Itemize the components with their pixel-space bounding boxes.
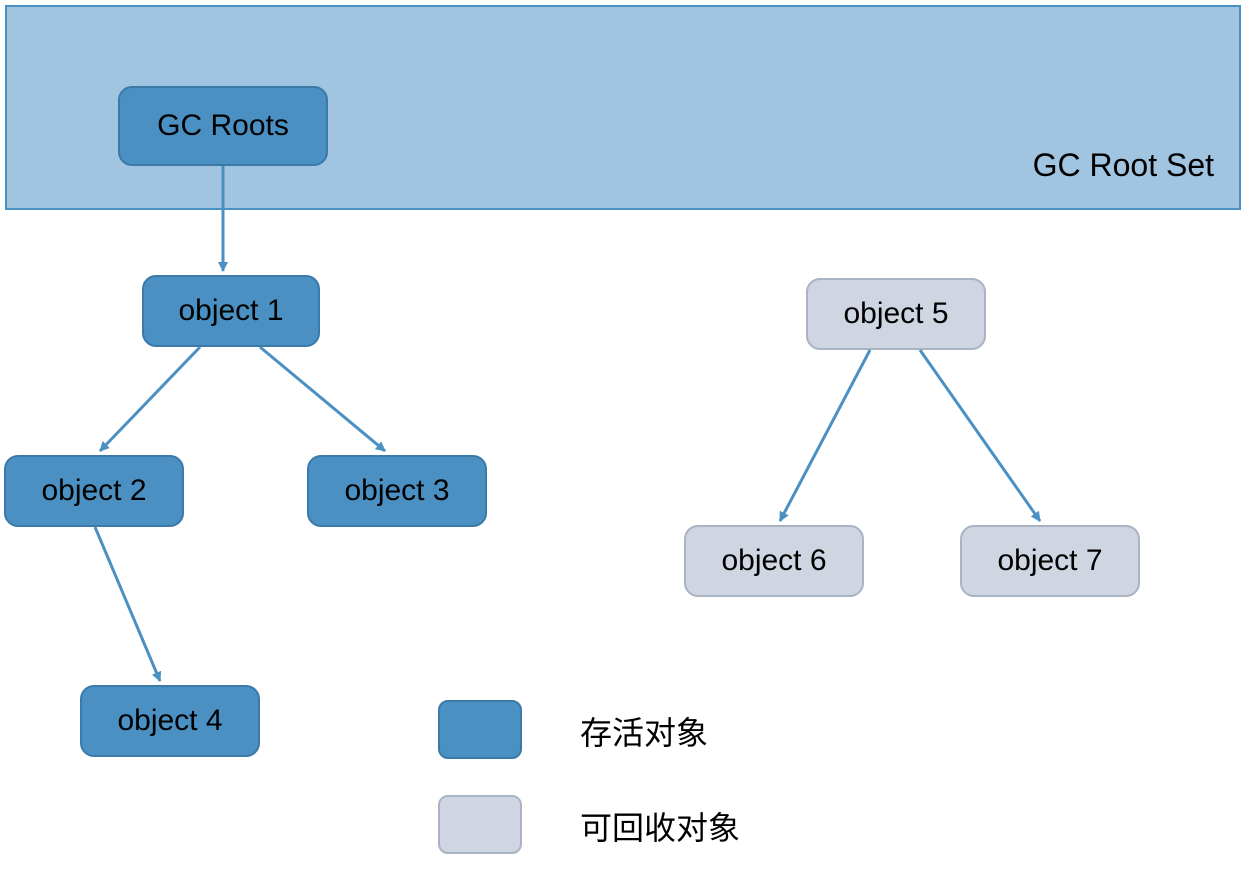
legend-swatch-alive bbox=[438, 700, 522, 759]
node-object-1: object 1 bbox=[142, 275, 320, 347]
edge-obj1-obj3 bbox=[260, 347, 385, 451]
edge-obj2-obj4 bbox=[95, 527, 160, 681]
node-object-5: object 5 bbox=[806, 278, 986, 350]
legend-label-alive: 存活对象 bbox=[580, 708, 708, 754]
node-label: object 5 bbox=[843, 297, 948, 331]
node-label: object 6 bbox=[721, 544, 826, 578]
node-gc-roots: GC Roots bbox=[118, 86, 328, 166]
node-object-2: object 2 bbox=[4, 455, 184, 527]
node-label: object 3 bbox=[344, 474, 449, 508]
node-object-7: object 7 bbox=[960, 525, 1140, 597]
node-object-3: object 3 bbox=[307, 455, 487, 527]
legend-swatch-collectible bbox=[438, 795, 522, 854]
node-label: object 1 bbox=[178, 294, 283, 328]
edge-obj1-obj2 bbox=[100, 347, 200, 451]
node-label: GC Roots bbox=[157, 109, 289, 143]
node-object-6: object 6 bbox=[684, 525, 864, 597]
edge-obj5-obj6 bbox=[780, 350, 870, 521]
gc-root-set-label: GC Root Set bbox=[1033, 147, 1214, 184]
node-label: object 4 bbox=[117, 704, 222, 738]
edge-obj5-obj7 bbox=[920, 350, 1040, 521]
legend-label-collectible: 可回收对象 bbox=[580, 803, 740, 849]
node-label: object 2 bbox=[41, 474, 146, 508]
node-label: object 7 bbox=[997, 544, 1102, 578]
node-object-4: object 4 bbox=[80, 685, 260, 757]
